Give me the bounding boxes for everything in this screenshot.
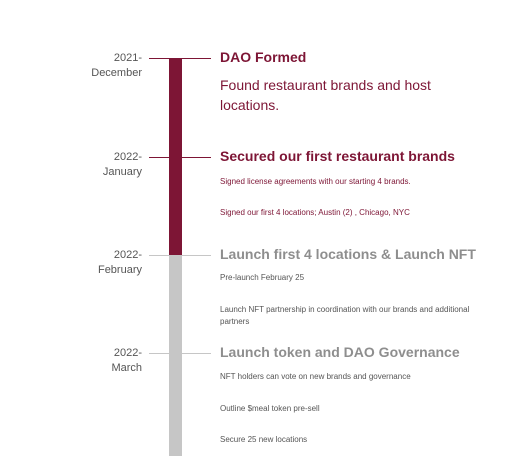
milestone-item: Launch NFT partnership in coordination w… <box>220 305 470 326</box>
milestone-date-month: December <box>91 67 142 79</box>
milestone-date-year: 2022- <box>113 347 142 359</box>
milestone-date-year: 2021- <box>113 52 142 64</box>
milestone-item: Signed license agreements with our start… <box>220 177 411 186</box>
milestone-date-month: January <box>102 166 142 178</box>
milestone-tick <box>149 58 211 59</box>
roadmap-timeline: 2021- December DAO Formed Found restaura… <box>0 0 512 456</box>
milestone-item: Secure 25 new locations <box>220 435 308 444</box>
milestone-title: Launch first 4 locations & Launch NFT <box>220 246 476 262</box>
milestone-date: 2022- February <box>52 248 142 278</box>
milestone-date-year: 2022- <box>113 249 142 261</box>
milestone-date-year: 2022- <box>113 151 142 163</box>
milestone-item: Pre-launch February 25 <box>220 273 305 282</box>
milestone-tick <box>149 353 211 354</box>
milestone-date: 2021- December <box>52 51 142 81</box>
milestone-item: Signed our first 4 locations; Austin (2)… <box>220 208 410 217</box>
milestone-title: Secured our first restaurant brands <box>220 148 455 164</box>
milestone-date: 2022- January <box>52 150 142 180</box>
milestone-title: DAO Formed <box>220 49 307 65</box>
milestone-tick <box>149 157 211 158</box>
milestone-title: Launch token and DAO Governance <box>220 344 460 360</box>
timeline-progress-pending <box>169 256 182 456</box>
milestone-date-month: February <box>97 264 142 276</box>
milestone-date-month: March <box>111 362 142 374</box>
milestone-item: Outline $meal token pre-sell <box>220 404 320 413</box>
milestone-description: Found restaurant brands and host locatio… <box>220 77 431 113</box>
milestone-date: 2022- March <box>52 346 142 376</box>
milestone-item: NFT holders can vote on new brands and g… <box>220 372 411 381</box>
milestone-tick <box>149 255 211 256</box>
